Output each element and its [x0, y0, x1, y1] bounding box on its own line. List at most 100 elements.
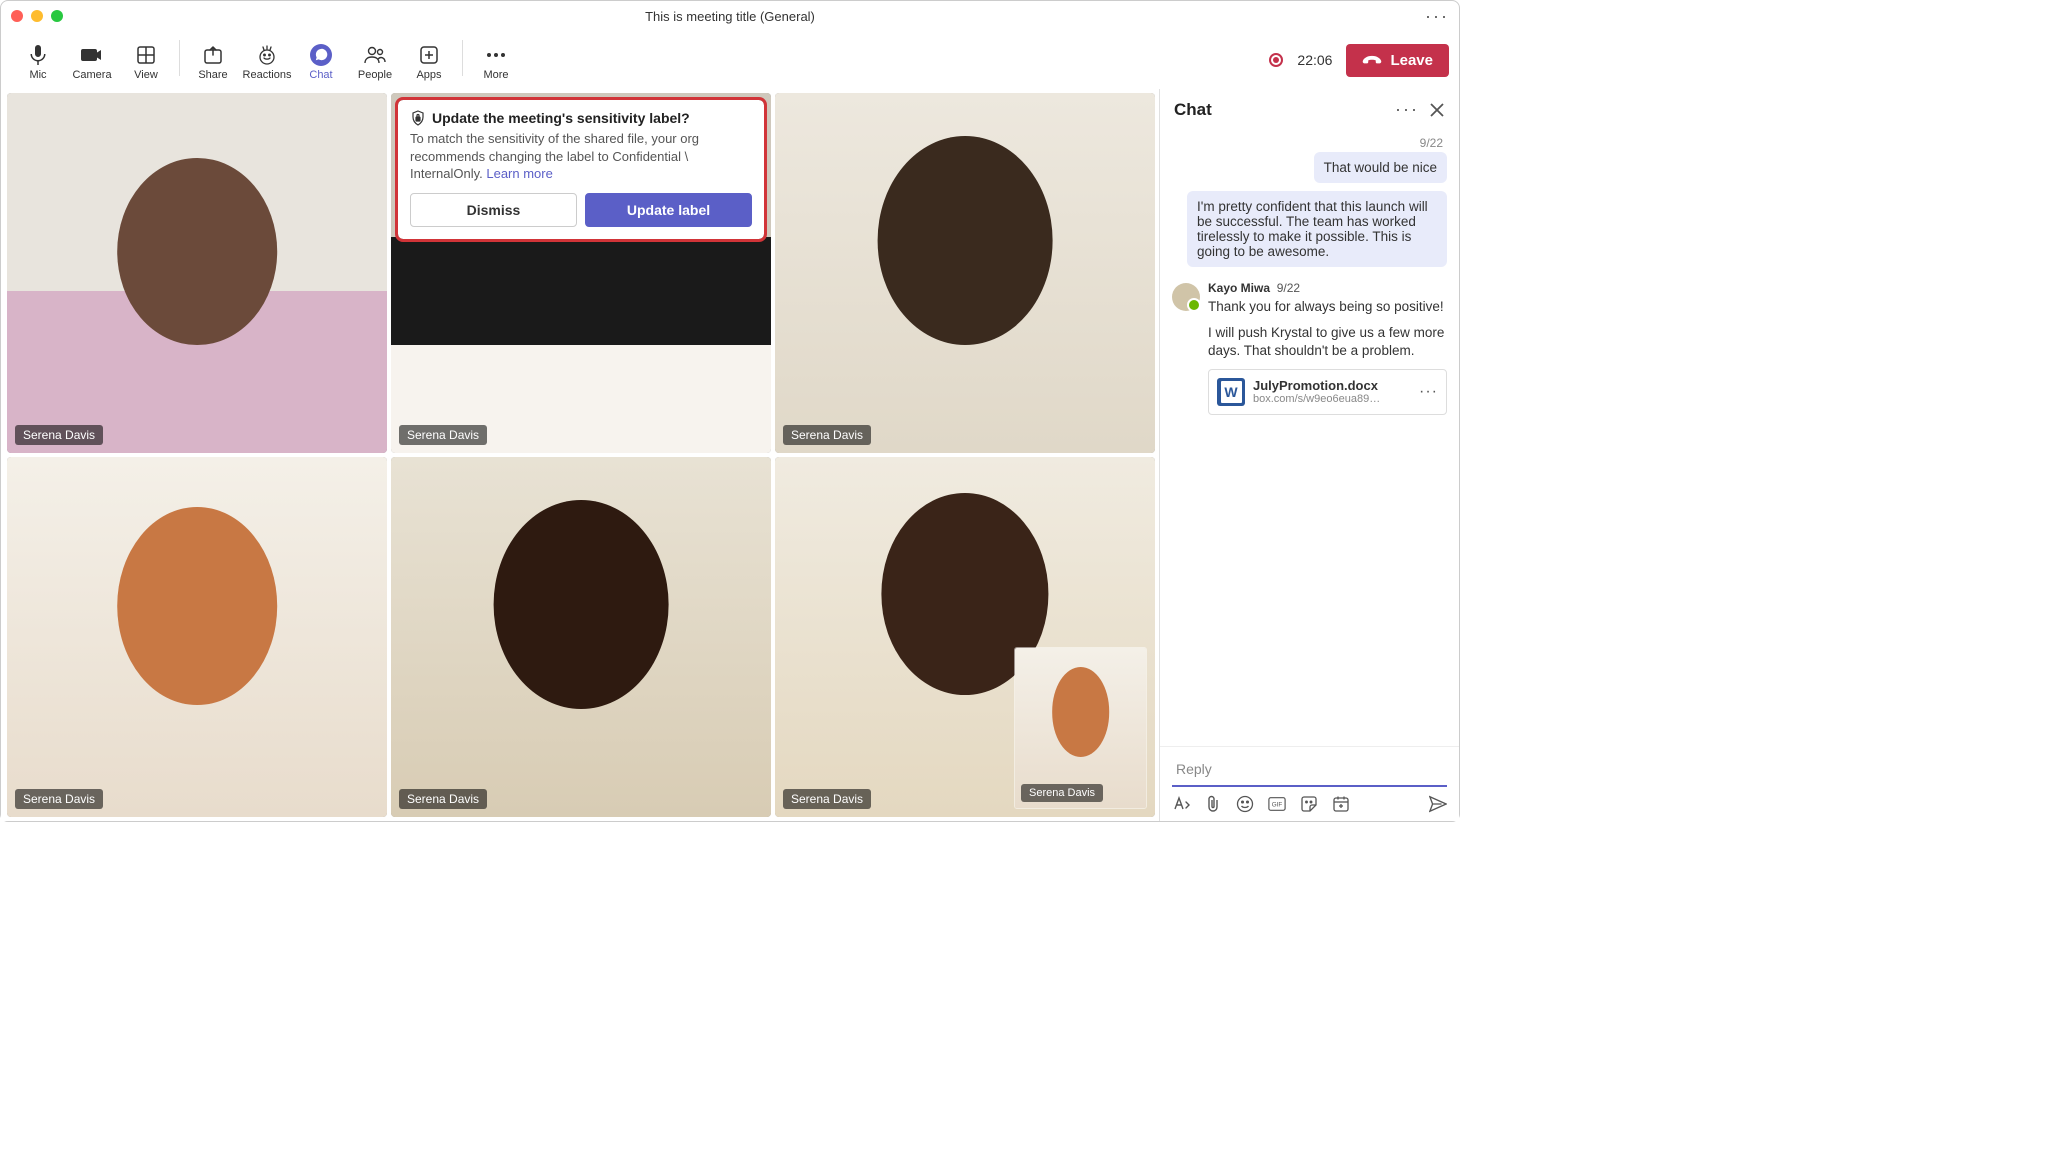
sticker-button[interactable]: [1300, 795, 1318, 813]
message-bubble: I'm pretty confident that this launch wi…: [1187, 191, 1447, 267]
camera-button[interactable]: Camera: [65, 40, 119, 81]
chat-panel: Chat ··· 9/22 That would be nice I'm pre…: [1159, 89, 1459, 821]
view-label: View: [134, 69, 158, 81]
file-more-button[interactable]: ···: [1419, 383, 1438, 401]
recording-indicator-icon: [1269, 53, 1283, 67]
calendar-icon: [1332, 795, 1350, 813]
sticker-icon: [1300, 795, 1318, 813]
maximize-window-button[interactable]: [51, 10, 63, 22]
share-button[interactable]: Share: [186, 40, 240, 81]
chat-header: Chat ···: [1160, 89, 1459, 130]
video-grid: Serena Davis Update the meeting's sensit…: [1, 89, 1159, 821]
share-label: Share: [198, 69, 227, 81]
chat-icon: [310, 44, 332, 66]
apps-button[interactable]: Apps: [402, 40, 456, 81]
message-date: 9/22: [1420, 136, 1447, 150]
participant-tile[interactable]: Serena Davis Serena Davis: [775, 457, 1155, 817]
participant-video: [7, 93, 387, 453]
message-text: Thank you for always being so positive!: [1208, 298, 1447, 316]
format-button[interactable]: [1172, 795, 1190, 813]
popup-title-text: Update the meeting's sensitivity label?: [432, 110, 690, 126]
mic-label: Mic: [29, 69, 46, 81]
chat-message-other: Kayo Miwa 9/22 Thank you for always bein…: [1172, 281, 1447, 415]
self-view[interactable]: Serena Davis: [1014, 647, 1147, 809]
participant-video: [7, 457, 387, 817]
participant-name: Serena Davis: [15, 789, 103, 809]
reply-input[interactable]: [1172, 753, 1447, 787]
people-label: People: [358, 69, 392, 81]
minimize-window-button[interactable]: [31, 10, 43, 22]
message-bubble: That would be nice: [1314, 152, 1447, 183]
chat-more-button[interactable]: ···: [1395, 99, 1419, 120]
leave-label: Leave: [1390, 52, 1433, 69]
participant-video: [775, 93, 1155, 453]
shield-lock-icon: [410, 110, 426, 126]
more-label: More: [483, 69, 508, 81]
emoji-button[interactable]: [1236, 795, 1254, 813]
people-icon: [364, 44, 386, 66]
dismiss-button[interactable]: Dismiss: [410, 193, 577, 227]
file-source: box.com/s/w9eo6eua89…: [1253, 393, 1411, 405]
chat-label: Chat: [309, 69, 332, 81]
update-label-button[interactable]: Update label: [585, 193, 752, 227]
camera-label: Camera: [72, 69, 111, 81]
participant-tile[interactable]: Serena Davis: [775, 93, 1155, 453]
camera-icon: [81, 44, 103, 66]
chat-message-self: 9/22 That would be nice: [1172, 136, 1447, 183]
participant-name: Serena Davis: [399, 789, 487, 809]
toolbar-separator: [179, 40, 180, 76]
sensitivity-popup: Update the meeting's sensitivity label? …: [397, 99, 765, 240]
leave-button[interactable]: Leave: [1346, 44, 1449, 77]
reactions-label: Reactions: [243, 69, 292, 81]
participant-tile[interactable]: Serena Davis: [7, 93, 387, 453]
chat-close-button[interactable]: [1429, 102, 1445, 118]
emoji-icon: [1236, 795, 1254, 813]
learn-more-link[interactable]: Learn more: [486, 166, 552, 181]
hangup-icon: [1362, 53, 1382, 67]
format-icon: [1172, 796, 1190, 812]
close-icon: [1429, 102, 1445, 118]
sender-avatar: [1172, 283, 1200, 311]
mic-button[interactable]: Mic: [11, 40, 65, 81]
participant-tile[interactable]: Serena Davis: [7, 457, 387, 817]
gif-button[interactable]: GIF: [1268, 795, 1286, 813]
schedule-button[interactable]: [1332, 795, 1350, 813]
window-controls: [11, 10, 63, 22]
gif-icon: GIF: [1268, 796, 1286, 812]
attach-icon: [1205, 795, 1221, 813]
self-view-name: Serena Davis: [1021, 784, 1103, 802]
participant-tile[interactable]: Serena Davis: [391, 457, 771, 817]
chat-body: 9/22 That would be nice I'm pretty confi…: [1160, 130, 1459, 746]
close-window-button[interactable]: [11, 10, 23, 22]
attach-button[interactable]: [1204, 795, 1222, 813]
svg-text:GIF: GIF: [1272, 802, 1283, 809]
mic-icon: [29, 44, 47, 66]
participant-name: Serena Davis: [15, 425, 103, 445]
chat-message-self: I'm pretty confident that this launch wi…: [1172, 191, 1447, 267]
more-button[interactable]: More: [469, 40, 523, 81]
participant-name: Serena Davis: [783, 789, 871, 809]
reactions-button[interactable]: Reactions: [240, 40, 294, 81]
participant-video: [391, 457, 771, 817]
chat-button[interactable]: Chat: [294, 40, 348, 81]
meeting-timer: 22:06: [1297, 52, 1332, 68]
message-text: I will push Krystal to give us a few mor…: [1208, 324, 1447, 360]
message-date: 9/22: [1277, 281, 1300, 295]
apps-icon: [420, 44, 438, 66]
meeting-toolbar: Mic Camera View Share Reactions Chat Peo…: [1, 31, 1459, 89]
participant-tile[interactable]: Update the meeting's sensitivity label? …: [391, 93, 771, 453]
view-button[interactable]: View: [119, 40, 173, 81]
send-icon: [1429, 795, 1447, 813]
view-icon: [137, 44, 155, 66]
apps-label: Apps: [416, 69, 441, 81]
send-button[interactable]: [1429, 795, 1447, 813]
participant-name: Serena Davis: [399, 425, 487, 445]
people-button[interactable]: People: [348, 40, 402, 81]
chat-title: Chat: [1174, 100, 1212, 120]
titlebar-more-button[interactable]: ···: [1425, 6, 1449, 27]
reactions-icon: [257, 44, 277, 66]
file-attachment[interactable]: W JulyPromotion.docx box.com/s/w9eo6eua8…: [1208, 369, 1447, 415]
sender-name: Kayo Miwa: [1208, 281, 1270, 295]
toolbar-separator: [462, 40, 463, 76]
titlebar: This is meeting title (General) ···: [1, 1, 1459, 31]
